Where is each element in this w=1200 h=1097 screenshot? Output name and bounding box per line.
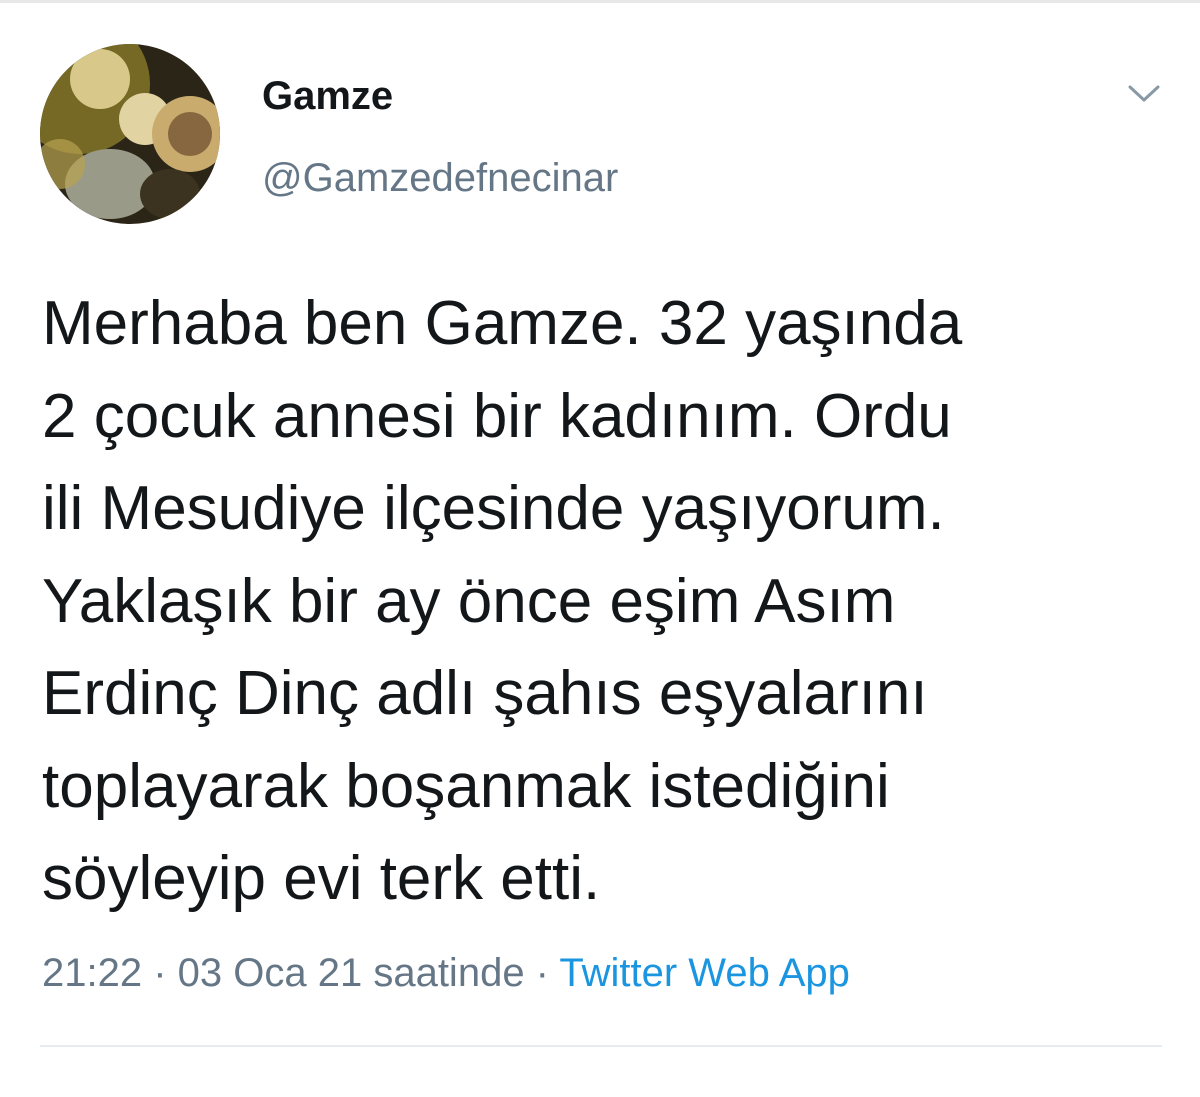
tweet-text-line: Merhaba ben Gamze. 32 yaşında bbox=[42, 289, 963, 358]
tweet-text-line: söyleyip evi terk etti. bbox=[42, 844, 601, 913]
meta-separator: · bbox=[524, 951, 560, 995]
tweet-text: Merhaba ben Gamze. 32 yaşında 2 çocuk an… bbox=[42, 278, 1172, 926]
chevron-down-icon[interactable] bbox=[1124, 78, 1164, 108]
tweet-text-line: Yaklaşık bir ay önce eşim Asım bbox=[42, 566, 896, 636]
tweet-text-line: Erdinç Dinç adlı şahıs eşyalarını bbox=[42, 659, 928, 728]
tweet-meta: 21:22 · 03 Oca 21 saatinde · Twitter Web… bbox=[42, 945, 850, 1001]
top-border bbox=[0, 0, 1200, 3]
avatar[interactable] bbox=[40, 44, 220, 224]
tweet-source-link[interactable]: Twitter Web App bbox=[559, 951, 850, 995]
author-handle[interactable]: @Gamzedefnecinar bbox=[262, 150, 618, 206]
divider bbox=[40, 1045, 1162, 1047]
tweet-text-line: toplayarak boşanmak istediğini bbox=[42, 751, 890, 821]
tweet-timestamp[interactable]: 21:22 · 03 Oca 21 saatinde bbox=[42, 951, 525, 995]
author-display-name[interactable]: Gamze bbox=[262, 68, 393, 124]
tweet-text-line: ili Mesudiye ilçesinde yaşıyorum. bbox=[42, 474, 945, 543]
profile-photo-icon bbox=[40, 44, 220, 224]
tweet-text-line: 2 çocuk annesi bir kadınım. Ordu bbox=[42, 381, 952, 451]
